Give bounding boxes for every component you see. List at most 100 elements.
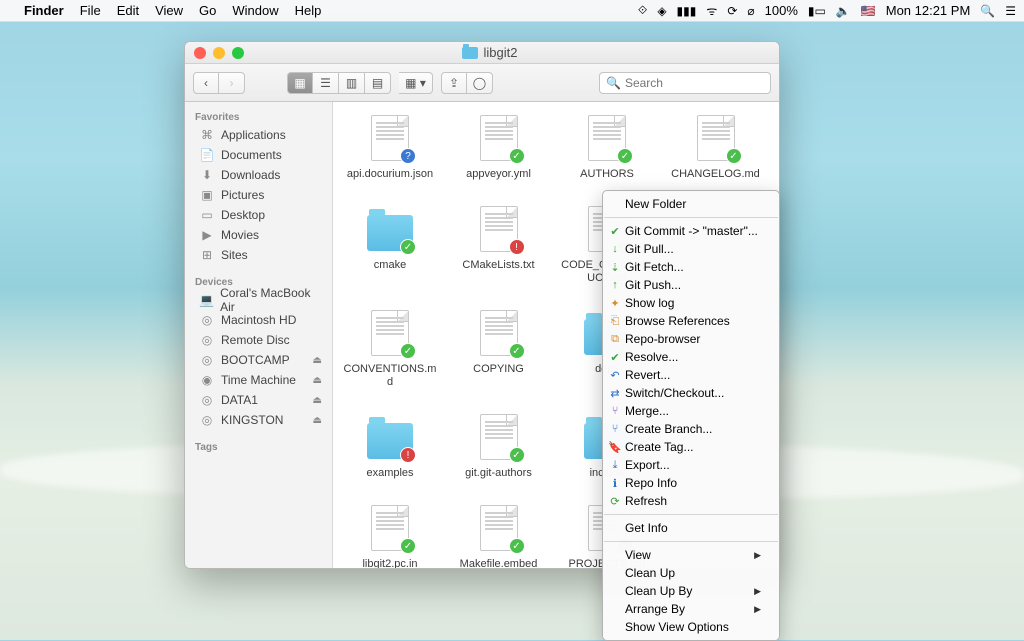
lock-icon[interactable]: ⌀ (747, 4, 754, 18)
sidebar-item[interactable]: ⊞Sites (185, 245, 332, 265)
menu-edit[interactable]: Edit (117, 3, 139, 18)
sidebar-item[interactable]: ▶Movies (185, 225, 332, 245)
sync-icon[interactable]: ⟳ (727, 4, 737, 18)
file-item[interactable]: ✓Makefile.embed (450, 504, 548, 568)
file-name: api.docurium.json (347, 168, 433, 181)
ctx-glyph-icon: ⑂ (608, 405, 622, 417)
search-field[interactable]: 🔍 (599, 72, 771, 94)
ctx-item[interactable]: ↓Git Pull... (603, 240, 779, 258)
file-item[interactable]: ✓appveyor.yml (450, 114, 548, 181)
sidebar-icon: 💻 (199, 293, 214, 307)
sidebar-item[interactable]: ⬇Downloads (185, 165, 332, 185)
ctx-item[interactable]: ⑂Merge... (603, 402, 779, 420)
eject-icon[interactable]: ⏏ (313, 355, 322, 366)
ctx-new-folder[interactable]: New Folder (603, 195, 779, 213)
file-item[interactable]: ✓COPYING (450, 309, 548, 389)
ctx-item[interactable]: ℹRepo Info (603, 474, 779, 492)
ctx-get-info[interactable]: Get Info (603, 519, 779, 537)
sidebar-label: Pictures (221, 188, 264, 202)
app-menu[interactable]: Finder (24, 3, 64, 18)
ctx-item[interactable]: Clean Up By▶ (603, 582, 779, 600)
file-item[interactable]: ✓git.git-authors (450, 413, 548, 480)
ctx-item[interactable]: ⤓Export... (603, 456, 779, 474)
sidebar-item[interactable]: 📄Documents (185, 145, 332, 165)
zoom-button[interactable] (232, 47, 244, 59)
ctx-item[interactable]: ⟳Refresh (603, 492, 779, 510)
ctx-item[interactable]: ⧉Repo-browser (603, 330, 779, 348)
ctx-item[interactable]: ↶Revert... (603, 366, 779, 384)
close-button[interactable] (194, 47, 206, 59)
status-icon[interactable]: ▮▮▮ (677, 4, 697, 18)
forward-button[interactable]: › (219, 72, 245, 94)
volume-icon[interactable]: 🔈 (836, 4, 851, 18)
ctx-item[interactable]: ⇄Switch/Checkout... (603, 384, 779, 402)
sidebar-item[interactable]: ▭Desktop (185, 205, 332, 225)
wifi-icon[interactable]: ᯤ (706, 2, 717, 19)
menu-help[interactable]: Help (295, 3, 322, 18)
file-item[interactable]: ✓CONVENTIONS.md (341, 309, 439, 389)
search-input[interactable] (625, 76, 780, 90)
sidebar-item[interactable]: ◉Time Machine⏏ (185, 370, 332, 390)
ctx-glyph-icon: ⟳ (608, 495, 622, 508)
menu-go[interactable]: Go (199, 3, 216, 18)
view-gallery-button[interactable]: ▤ (365, 72, 391, 94)
minimize-button[interactable] (213, 47, 225, 59)
eject-icon[interactable]: ⏏ (313, 415, 322, 426)
ctx-item[interactable]: View▶ (603, 546, 779, 564)
file-item[interactable]: ✓libgit2.pc.in (341, 504, 439, 568)
back-button[interactable]: ‹ (193, 72, 219, 94)
notification-icon[interactable]: ☰ (1005, 4, 1016, 18)
ctx-item[interactable]: ✔Git Commit -> "master"... (603, 222, 779, 240)
ctx-glyph-icon: ✦ (608, 297, 622, 310)
file-item[interactable]: ✓AUTHORS (558, 114, 656, 181)
sidebar-item[interactable]: ▣Pictures (185, 185, 332, 205)
share-button[interactable]: ⇪ (441, 72, 467, 94)
file-item[interactable]: !examples (341, 413, 439, 480)
titlebar[interactable]: libgit2 (185, 42, 779, 64)
file-item[interactable]: !CMakeLists.txt (450, 205, 548, 285)
sidebar-item[interactable]: ⌘Applications (185, 125, 332, 145)
menu-window[interactable]: Window (232, 3, 278, 18)
folder-icon (462, 47, 478, 59)
sidebar-item[interactable]: ◎BOOTCAMP⏏ (185, 350, 332, 370)
file-item[interactable]: ?api.docurium.json (341, 114, 439, 181)
clock[interactable]: Mon 12:21 PM (886, 3, 971, 18)
sidebar-icon: ◎ (199, 333, 215, 347)
status-icon[interactable]: ⟐ (638, 3, 647, 18)
battery-icon: ▮▭ (808, 4, 826, 18)
sidebar-item[interactable]: ◎Remote Disc (185, 330, 332, 350)
eject-icon[interactable]: ⏏ (313, 375, 322, 386)
view-icons-button[interactable]: ▦ (287, 72, 313, 94)
ctx-label: Merge... (625, 404, 669, 418)
flag-icon[interactable]: 🇺🇸 (861, 4, 876, 18)
tags-button[interactable]: ◯ (467, 72, 493, 94)
view-list-button[interactable]: ☰ (313, 72, 339, 94)
eject-icon[interactable]: ⏏ (313, 395, 322, 406)
ctx-label: Repo-browser (625, 332, 700, 346)
ctx-item[interactable]: ↑Git Push... (603, 276, 779, 294)
file-item[interactable]: ✓CHANGELOG.md (667, 114, 765, 181)
view-columns-button[interactable]: ▥ (339, 72, 365, 94)
ctx-item[interactable]: Show View Options (603, 618, 779, 636)
spotlight-icon[interactable]: 🔍 (980, 4, 995, 18)
arrange-button[interactable]: ▦ ▾ (399, 72, 433, 94)
sidebar-item[interactable]: ◎KINGSTON⏏ (185, 410, 332, 430)
ctx-item[interactable]: ⇣Git Fetch... (603, 258, 779, 276)
file-item[interactable]: ✓cmake (341, 205, 439, 285)
ctx-item[interactable]: 🔖Create Tag... (603, 438, 779, 456)
menu-file[interactable]: File (80, 3, 101, 18)
ctx-glyph-icon: ⤓ (608, 459, 622, 472)
sidebar-label: Applications (221, 128, 286, 142)
sidebar-item[interactable]: 💻Coral's MacBook Air (185, 290, 332, 310)
sidebar-item[interactable]: ◎DATA1⏏ (185, 390, 332, 410)
ctx-item[interactable]: ✔Resolve... (603, 348, 779, 366)
menu-view[interactable]: View (155, 3, 183, 18)
ctx-item[interactable]: ⑂Create Branch... (603, 420, 779, 438)
ctx-item[interactable]: ⎗Browse References (603, 312, 779, 330)
status-icon[interactable]: ◈ (657, 4, 666, 18)
ctx-item[interactable]: Clean Up (603, 564, 779, 582)
ctx-item[interactable]: ✦Show log (603, 294, 779, 312)
sidebar-label: Documents (221, 148, 282, 162)
ctx-label: Export... (625, 458, 670, 472)
ctx-item[interactable]: Arrange By▶ (603, 600, 779, 618)
